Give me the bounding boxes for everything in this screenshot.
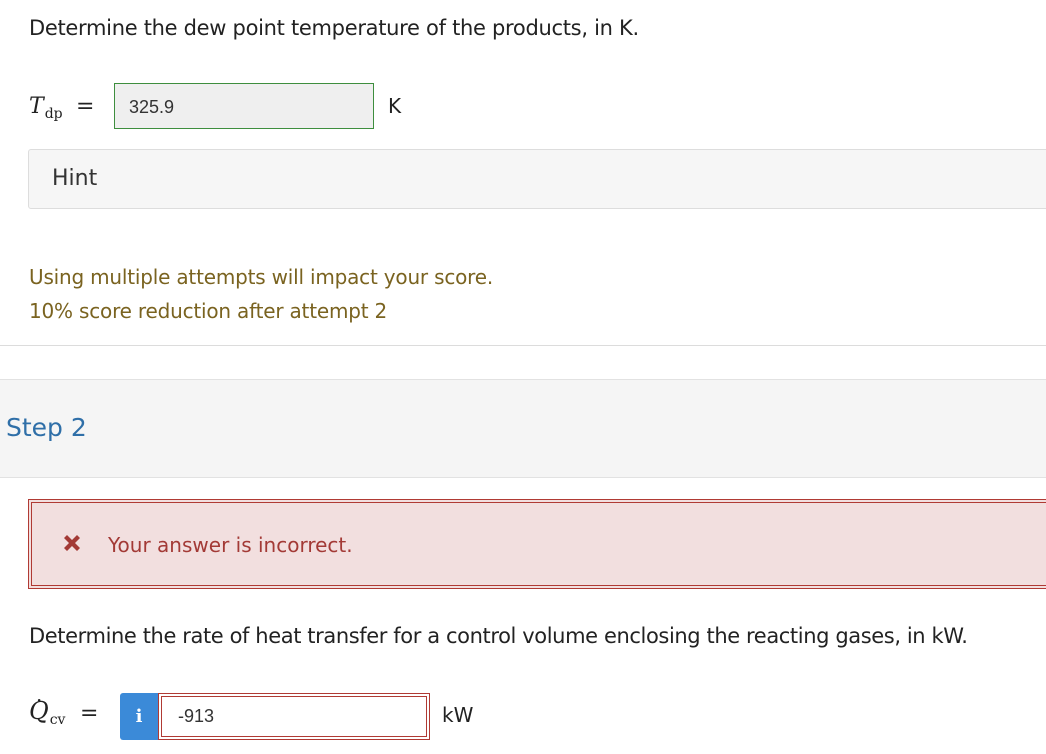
- equals-sign: =: [80, 701, 99, 726]
- variable-subscript: dp: [44, 106, 63, 122]
- hint-label: Hint: [52, 166, 98, 191]
- attempts-notice-line1: Using multiple attempts will impact your…: [29, 265, 494, 289]
- variable-dot: ·: [36, 688, 43, 712]
- section-divider: [0, 345, 1046, 346]
- step1-question: Determine the dew point temperature of t…: [29, 16, 639, 40]
- step-header: Step 2: [0, 379, 1046, 478]
- variable-symbol: T: [29, 94, 44, 119]
- incorrect-feedback-banner: Your answer is incorrect.: [28, 499, 1046, 589]
- info-icon[interactable]: i: [120, 693, 158, 740]
- variable-subscript: cv: [49, 712, 66, 728]
- hint-button[interactable]: Hint: [28, 149, 1046, 209]
- heat-transfer-unit: kW: [442, 703, 474, 727]
- dew-point-unit: K: [388, 94, 402, 118]
- dew-point-answer-field[interactable]: 325.9: [114, 83, 374, 129]
- feedback-message: Your answer is incorrect.: [108, 533, 353, 557]
- attempts-notice: Using multiple attempts will impact your…: [29, 260, 493, 328]
- heat-transfer-variable: · Qcv: [29, 688, 66, 728]
- heat-transfer-answer-field[interactable]: -913: [158, 693, 430, 740]
- attempts-notice-line2: 10% score reduction after attempt 2: [29, 299, 388, 323]
- x-mark-icon: [64, 535, 80, 551]
- step-title: Step 2: [6, 413, 87, 442]
- dew-point-variable: Tdp: [29, 94, 63, 122]
- equals-sign: =: [76, 94, 95, 119]
- step2-question: Determine the rate of heat transfer for …: [29, 624, 968, 648]
- question-page: Determine the dew point temperature of t…: [0, 0, 1046, 754]
